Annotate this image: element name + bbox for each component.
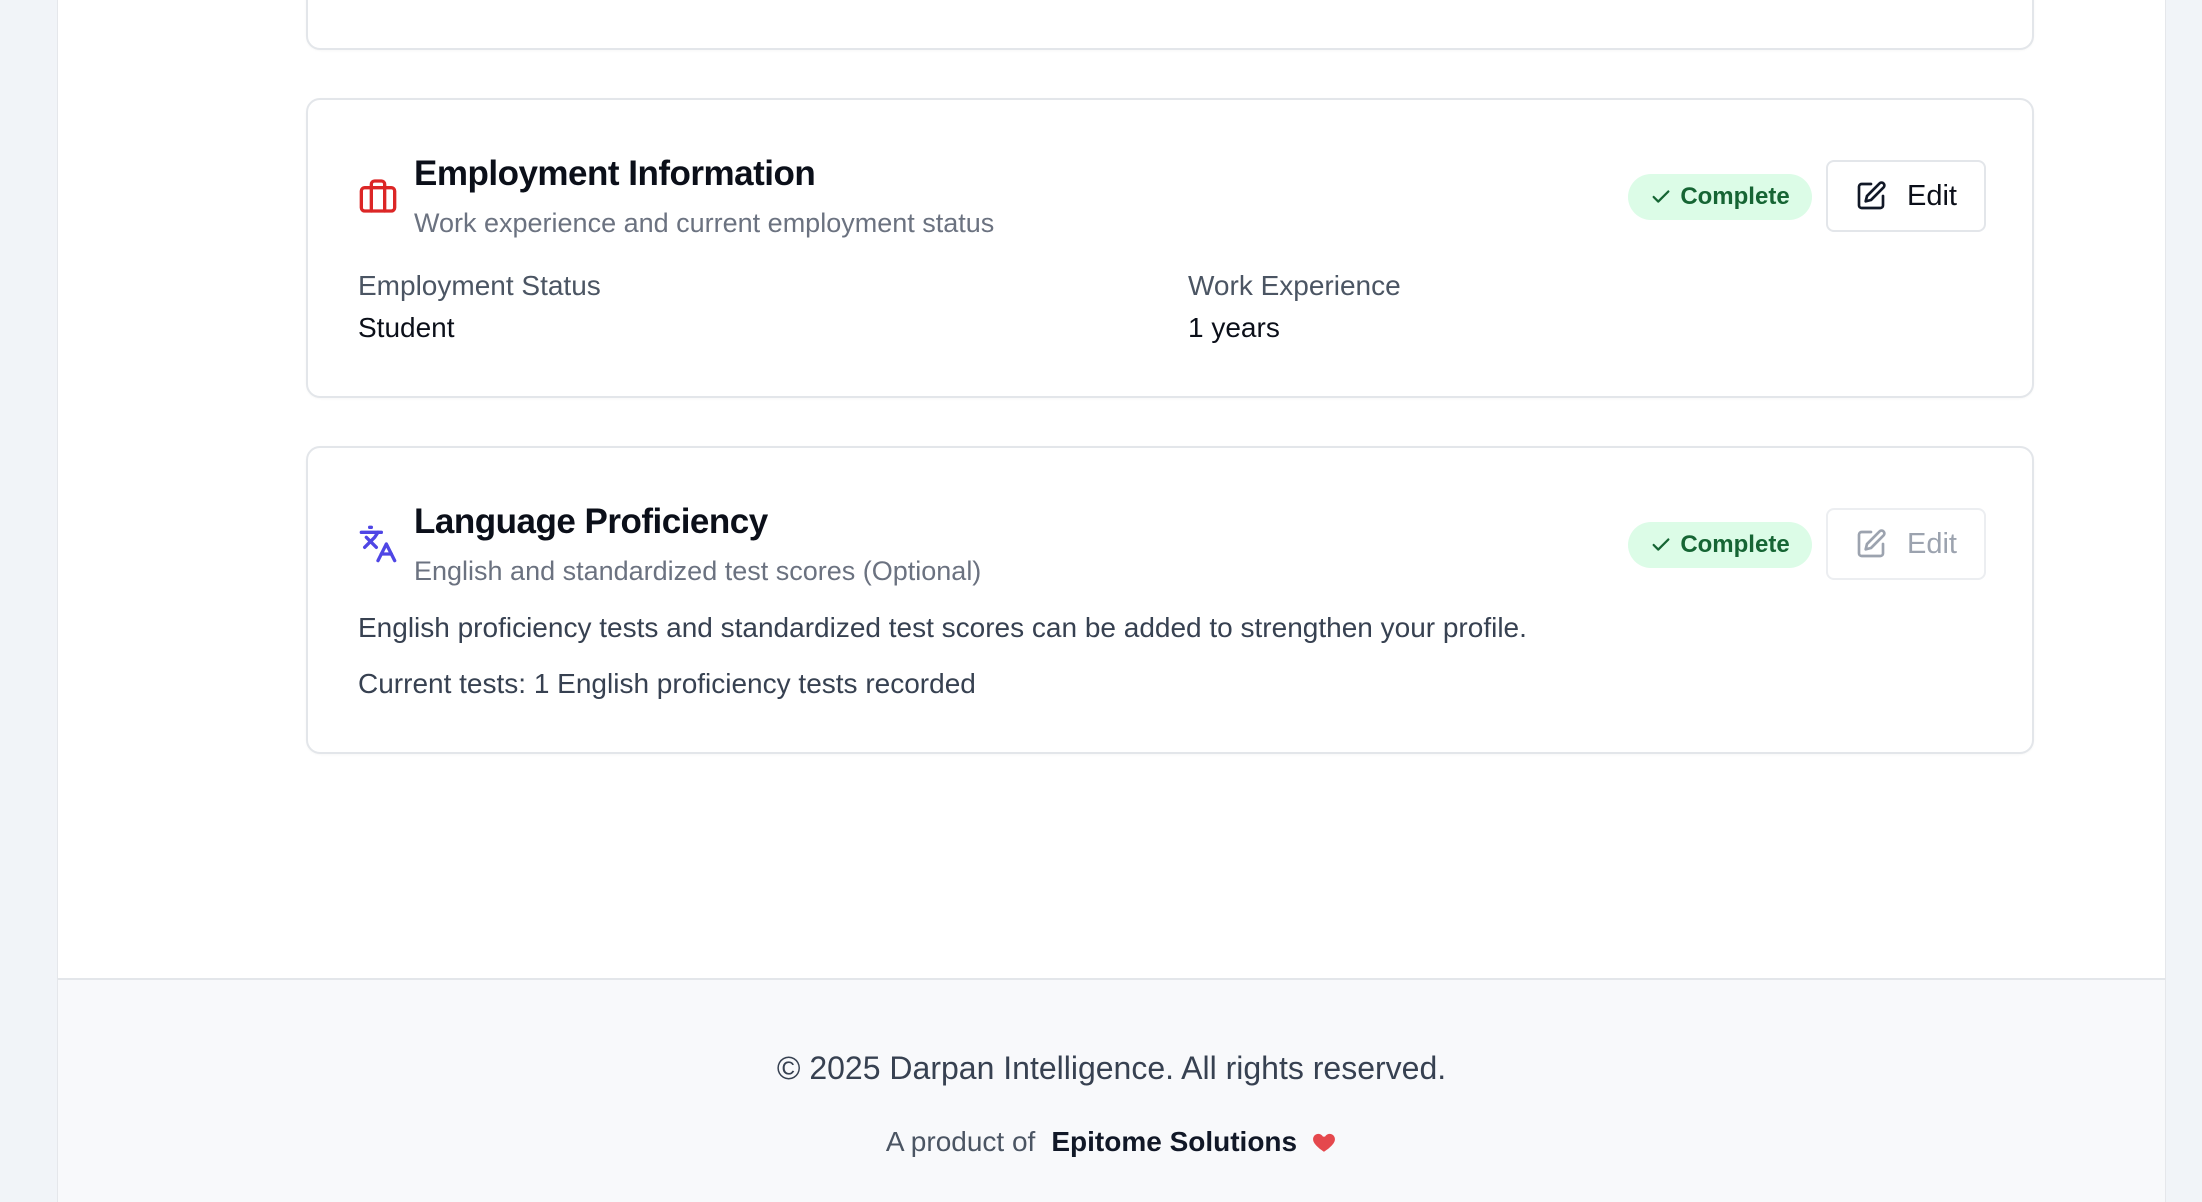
language-edit-button[interactable]: Edit [1826, 508, 1986, 580]
briefcase-icon [359, 179, 397, 213]
footer: © 2025 Darpan Intelligence. All rights r… [57, 978, 2166, 1202]
language-card: Language Proficiency English and standar… [306, 446, 2034, 754]
employment-edit-button[interactable]: Edit [1826, 160, 1986, 232]
check-icon [1652, 538, 1670, 551]
current-tests-text: Current tests: 1 English proficiency tes… [358, 668, 976, 699]
employment-status-label: Complete [1680, 183, 1790, 210]
edit-icon [1857, 181, 1886, 210]
language-edit-label: Edit [1907, 527, 1957, 560]
product-credit: A product of Epitome Solutions [58, 1126, 2165, 1158]
employment-status-field-label: Employment Status [358, 270, 601, 301]
edit-icon [1857, 529, 1886, 558]
main-content: Employment Information Work experience a… [57, 0, 2166, 980]
work-experience-field-value: 1 years [1188, 312, 1280, 343]
product-name-link[interactable]: Epitome Solutions [1051, 1126, 1297, 1158]
copyright-text: © 2025 Darpan Intelligence. All rights r… [776, 1050, 1447, 1086]
product-prefix: A product of [885, 1126, 1036, 1157]
employment-edit-label: Edit [1907, 179, 1957, 212]
language-status-label: Complete [1680, 531, 1790, 558]
employment-status-field-value: Student [358, 312, 455, 343]
work-experience-field-label: Work Experience [1188, 270, 1401, 301]
previous-section-card [306, 0, 2034, 50]
check-icon [1652, 190, 1670, 203]
language-subtitle: English and standardized test scores (Op… [414, 556, 982, 586]
language-title: Language Proficiency [414, 502, 768, 541]
translate-icon [359, 525, 397, 563]
heart-icon [1313, 1133, 1336, 1152]
employment-card: Employment Information Work experience a… [306, 98, 2034, 398]
employment-subtitle: Work experience and current employment s… [414, 208, 995, 238]
employment-status-badge: Complete [1628, 174, 1812, 220]
language-status-badge: Complete [1628, 522, 1812, 568]
language-description: English proficiency tests and standardiz… [358, 612, 1527, 643]
employment-title: Employment Information [414, 154, 816, 193]
